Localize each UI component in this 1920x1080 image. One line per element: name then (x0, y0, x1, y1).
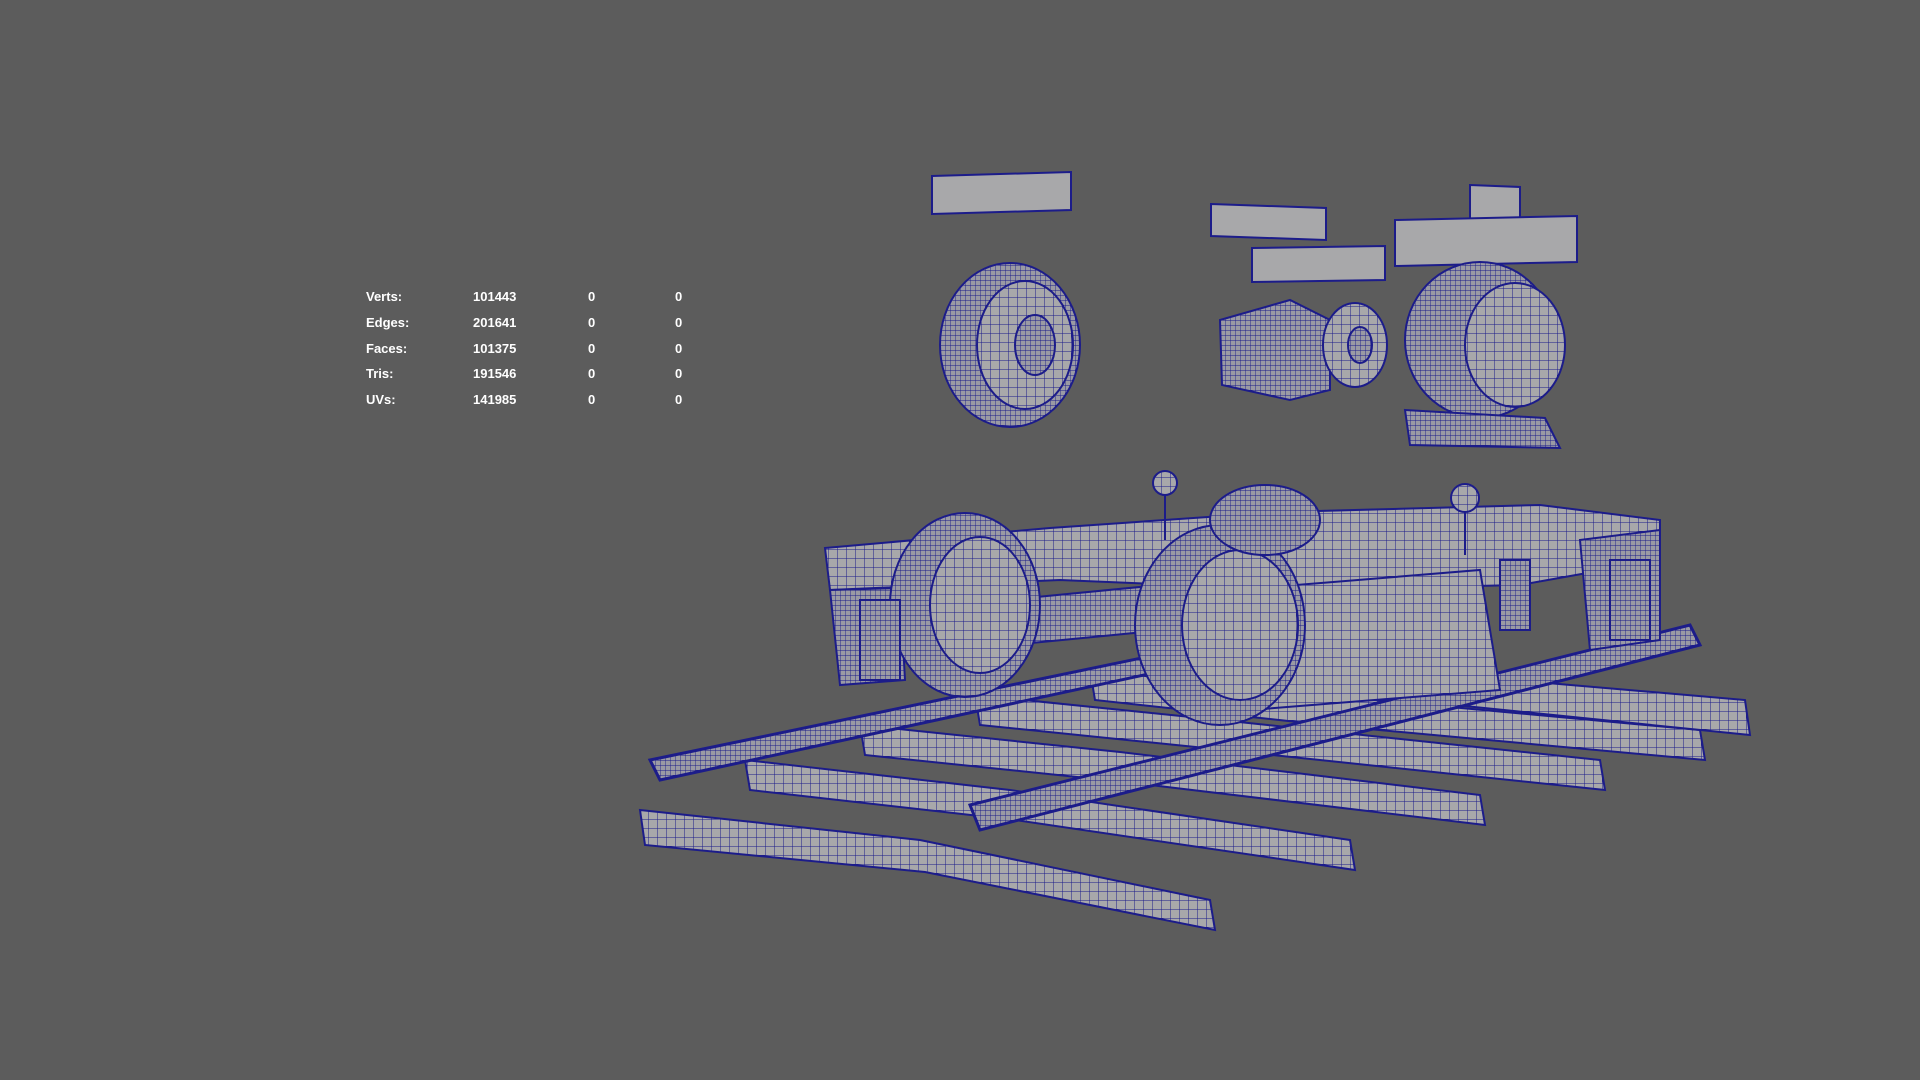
3d-viewport[interactable]: Verts: 101443 0 0 Edges: 201641 0 0 Face… (0, 0, 1920, 1080)
floating-brake-wheel (1403, 261, 1566, 450)
wireframe-bogie-model-icon[interactable] (0, 0, 1920, 1080)
floating-motor (1218, 298, 1388, 402)
floating-wheel (939, 262, 1081, 428)
